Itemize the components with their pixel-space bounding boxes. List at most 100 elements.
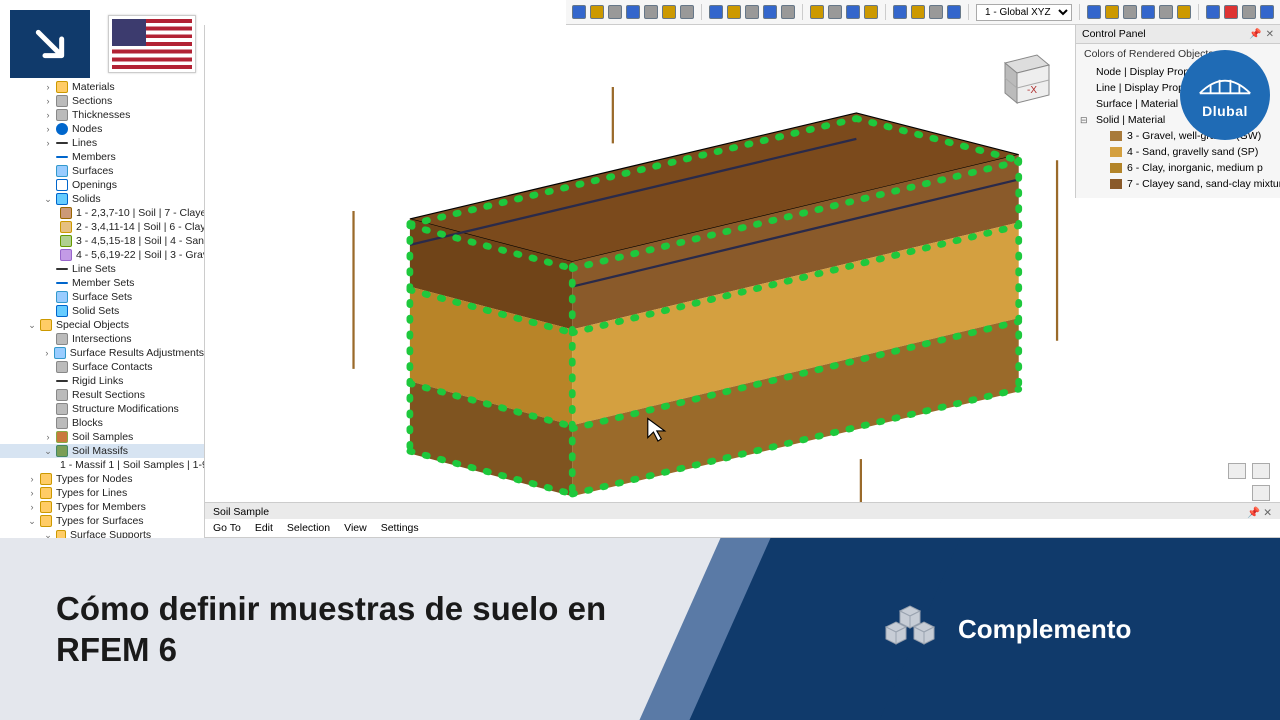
- tree-item[interactable]: Solids: [72, 193, 101, 205]
- cp-entry[interactable]: Solid | Material: [1096, 114, 1165, 126]
- toolbar-icon[interactable]: [781, 5, 795, 19]
- tree-item[interactable]: Intersections: [72, 333, 132, 345]
- toolbar-icon[interactable]: [644, 5, 658, 19]
- tree-item[interactable]: 2 - 3,4,11-14 | Soil | 6 - Clay, inorgan…: [76, 221, 204, 233]
- folder-icon: [40, 515, 52, 527]
- tree-item[interactable]: Rigid Links: [72, 375, 123, 387]
- tree-item[interactable]: 1 - Massif 1 | Soil Samples | 1-9: [60, 459, 204, 471]
- orientation-cube[interactable]: -X: [985, 45, 1055, 115]
- toolbar-icon[interactable]: [947, 5, 961, 19]
- tree-item[interactable]: Special Objects: [56, 319, 129, 331]
- tree-item[interactable]: Structure Modifications: [72, 403, 179, 415]
- solid-color-icon: [60, 207, 72, 219]
- toolbar-icon[interactable]: [763, 5, 777, 19]
- toolbar-icon[interactable]: [846, 5, 860, 19]
- tree-item-selected[interactable]: Soil Massifs: [72, 445, 128, 457]
- toolbar-icon[interactable]: [810, 5, 824, 19]
- tree-item[interactable]: Openings: [72, 179, 117, 191]
- surfset-icon: [56, 291, 68, 303]
- list-icon[interactable]: [1252, 485, 1270, 501]
- toolbar-icon[interactable]: [893, 5, 907, 19]
- delete-icon[interactable]: [1224, 5, 1238, 19]
- language-overlay: [10, 10, 196, 78]
- tree-item[interactable]: Solid Sets: [72, 305, 119, 317]
- menu-settings[interactable]: Settings: [381, 522, 419, 534]
- thickness-icon: [56, 109, 68, 121]
- footer-title: Cómo definir muestras de suelo en RFEM 6: [56, 588, 606, 671]
- toolbar-icon[interactable]: [1141, 5, 1155, 19]
- soil-sample-menu: Go To Edit Selection View Settings: [205, 519, 1280, 538]
- cp-entry[interactable]: Surface | Material: [1096, 98, 1178, 110]
- toolbar-icon[interactable]: [680, 5, 694, 19]
- close-icon[interactable]: ✕: [1266, 29, 1274, 40]
- toolbar-icon[interactable]: [1206, 5, 1220, 19]
- tree-item[interactable]: Sections: [72, 95, 112, 107]
- tree-item[interactable]: Nodes: [72, 123, 102, 135]
- tree-item[interactable]: Types for Lines: [56, 487, 127, 499]
- toolbar-icon[interactable]: [626, 5, 640, 19]
- toolbar-icon[interactable]: [1123, 5, 1137, 19]
- tree-item[interactable]: Blocks: [72, 417, 103, 429]
- menu-goto[interactable]: Go To: [213, 522, 241, 534]
- toolbar-icon[interactable]: [662, 5, 676, 19]
- menu-view[interactable]: View: [344, 522, 367, 534]
- tree-item[interactable]: Lines: [72, 137, 97, 149]
- cp-entry[interactable]: 4 - Sand, gravelly sand (SP): [1127, 146, 1258, 158]
- toolbar-icon[interactable]: [608, 5, 622, 19]
- toolbar-icon[interactable]: [1177, 5, 1191, 19]
- tree-item[interactable]: Thicknesses: [72, 109, 130, 121]
- tree-item[interactable]: Members: [72, 151, 116, 163]
- view-mode-icons[interactable]: [1228, 463, 1270, 479]
- tree-item[interactable]: Types for Members: [56, 501, 146, 513]
- toolbar-icon[interactable]: [828, 5, 842, 19]
- menu-edit[interactable]: Edit: [255, 522, 273, 534]
- toolbar-icon[interactable]: [590, 5, 604, 19]
- toolbar-icon[interactable]: [1105, 5, 1119, 19]
- logo-text: Dlubal: [1202, 103, 1248, 119]
- view-icon[interactable]: [1252, 463, 1270, 479]
- surface-icon: [56, 165, 68, 177]
- opening-icon: [56, 179, 68, 191]
- tree-item[interactable]: Surface Sets: [72, 291, 132, 303]
- pin-icon[interactable]: 📌: [1247, 507, 1260, 519]
- toolbar-icon[interactable]: [864, 5, 878, 19]
- toolbar-icon[interactable]: [572, 5, 586, 19]
- color-swatch: [1110, 147, 1122, 157]
- color-swatch: [1110, 179, 1122, 189]
- toolbar-icon[interactable]: [745, 5, 759, 19]
- materials-icon: [56, 81, 68, 93]
- toolbar-icon[interactable]: [709, 5, 723, 19]
- solid-color-icon: [60, 221, 72, 233]
- tree-item[interactable]: Member Sets: [72, 277, 134, 289]
- tree-item[interactable]: Surfaces: [72, 165, 113, 177]
- toolbar-icon[interactable]: [911, 5, 925, 19]
- toolbar-icon[interactable]: [1087, 5, 1101, 19]
- cp-entry[interactable]: 6 - Clay, inorganic, medium p: [1127, 162, 1263, 174]
- tree-item[interactable]: Surface Results Adjustments: [70, 347, 204, 359]
- close-icon[interactable]: ✕: [1263, 507, 1272, 519]
- toolbar-icon[interactable]: [1159, 5, 1173, 19]
- menu-selection[interactable]: Selection: [287, 522, 330, 534]
- toolbar-icon[interactable]: [1242, 5, 1256, 19]
- tree-item[interactable]: Line Sets: [72, 263, 116, 275]
- tree-item[interactable]: 3 - 4,5,15-18 | Soil | 4 - Sand, gravell…: [76, 235, 204, 247]
- toolbar-icon[interactable]: [929, 5, 943, 19]
- tree-item[interactable]: 4 - 5,6,19-22 | Soil | 3 - Gravel, well-…: [76, 249, 204, 261]
- toolbar-icon[interactable]: [1260, 5, 1274, 19]
- tree-item[interactable]: Materials: [72, 81, 115, 93]
- tree-item[interactable]: 1 - 2,3,7-10 | Soil | 7 - Clayey sand, s…: [76, 207, 204, 219]
- tree-item[interactable]: Result Sections: [72, 389, 145, 401]
- view-list-icon[interactable]: [1252, 485, 1270, 501]
- pin-icon[interactable]: 📌: [1249, 29, 1261, 40]
- tree-item[interactable]: Soil Samples: [72, 431, 133, 443]
- tree-item[interactable]: Types for Nodes: [56, 473, 132, 485]
- toolbar-icon[interactable]: [727, 5, 741, 19]
- coord-system-select[interactable]: 1 - Global XYZ: [976, 4, 1072, 21]
- cp-entry[interactable]: 7 - Clayey sand, sand-clay mixtur: [1127, 178, 1280, 190]
- solid-icon: [56, 193, 68, 205]
- contact-icon: [56, 361, 68, 373]
- tree-item[interactable]: Surface Contacts: [72, 361, 153, 373]
- view-icon[interactable]: [1228, 463, 1246, 479]
- tree-item[interactable]: Types for Surfaces: [56, 515, 144, 527]
- arrow-icon: [10, 10, 90, 78]
